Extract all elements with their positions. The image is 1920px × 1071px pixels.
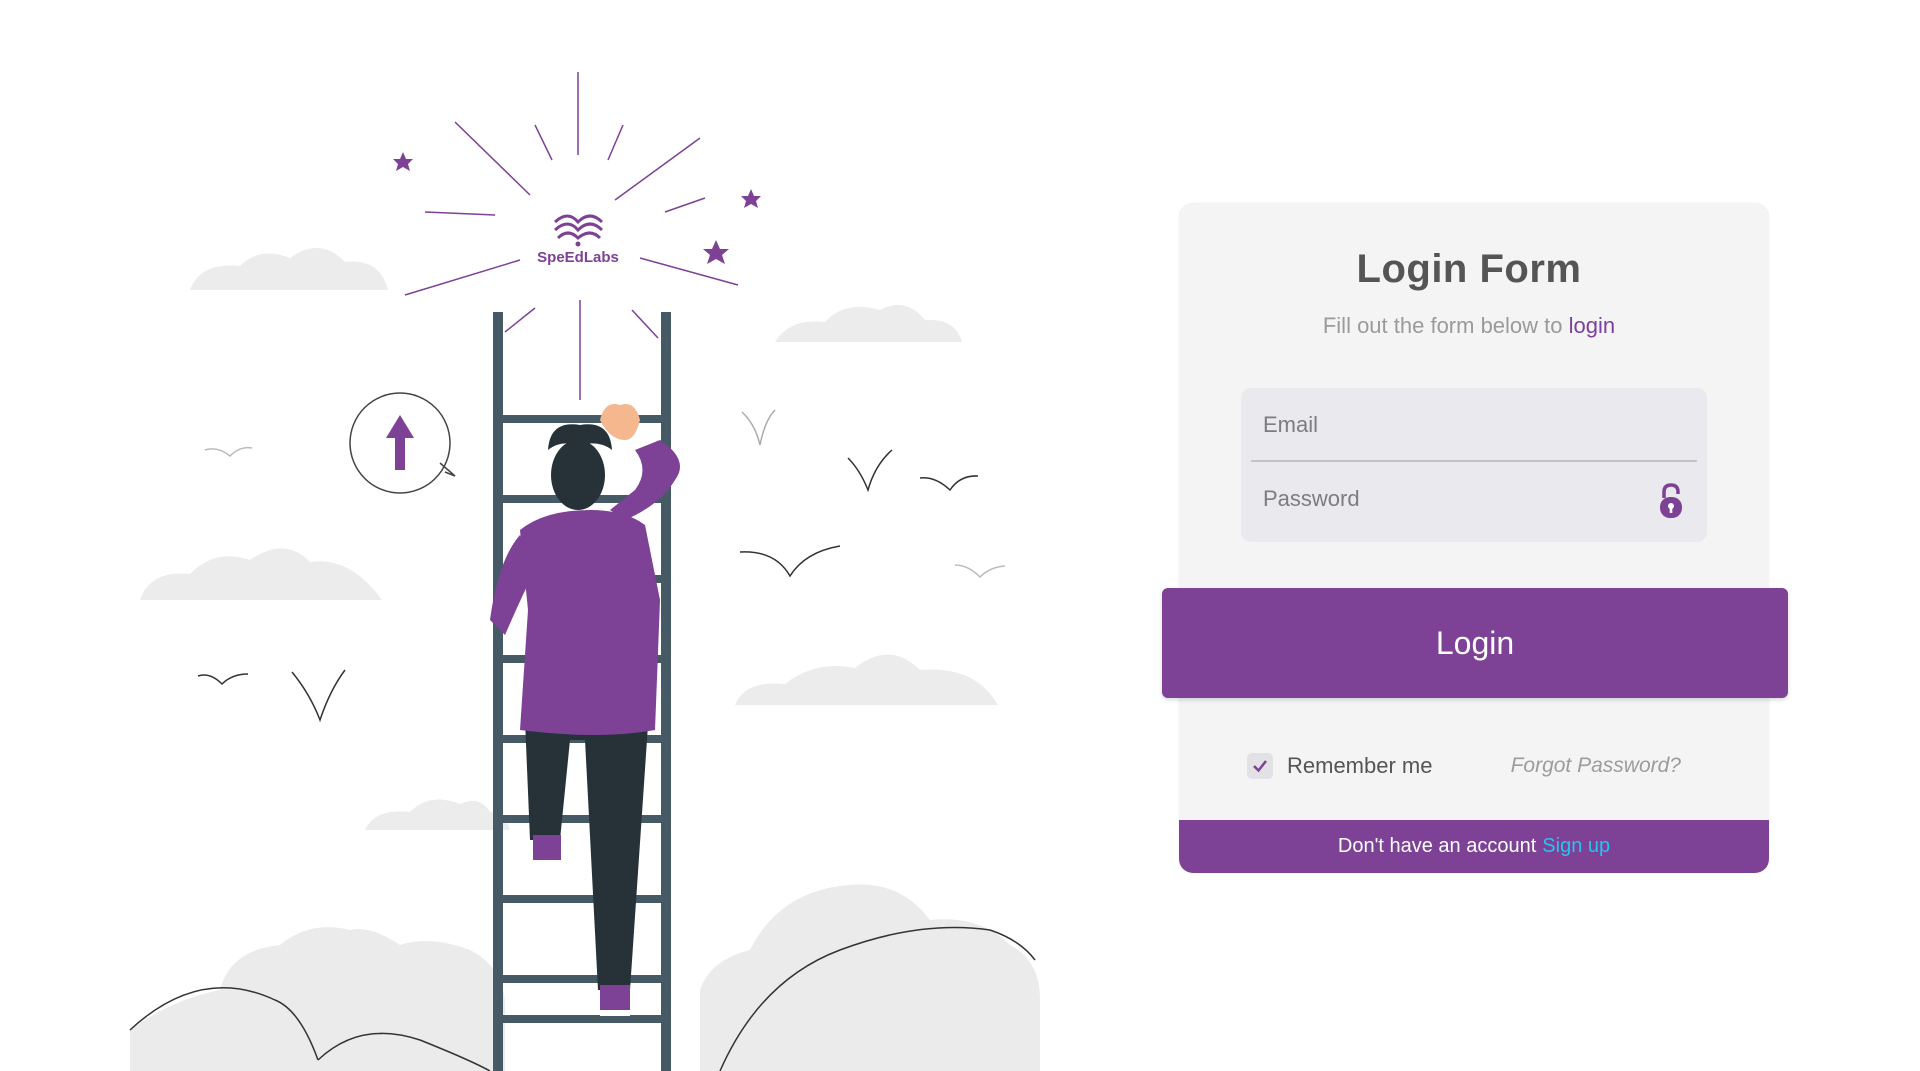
signup-footer: Don't have an account Sign up [1179,820,1769,873]
rays [404,72,739,400]
email-field-wrapper [1241,388,1707,462]
up-arrow-icon [349,392,456,494]
form-subtitle-text: Fill out the form below to [1322,313,1569,338]
form-title: Login Form [1356,247,1582,291]
hero-illustration: SpeEdLabs [0,0,1100,1071]
login-page: SpeEdLabs Login Form Fill out the form b… [0,0,1920,1071]
password-field[interactable] [1261,462,1645,536]
login-card: Login Form Fill out the form below to lo… [1179,203,1769,873]
logo-text: SpeEdLabs [537,249,619,266]
remember-label: Remember me [1287,753,1433,778]
speedlabs-logo-icon: SpeEdLabs [537,214,619,266]
login-button[interactable]: Login [1162,588,1788,698]
check-icon [1253,760,1267,773]
signup-prompt: Don't have an account [1337,835,1537,857]
email-field[interactable] [1261,388,1645,462]
form-subtitle: Fill out the form below to login [1179,313,1759,339]
forgot-password-link[interactable]: Forgot Password? [1511,754,1681,778]
credentials-group [1241,388,1707,542]
star-icon [393,152,761,264]
remember-me[interactable]: Remember me [1247,751,1432,781]
signup-link[interactable]: Sign up [1542,835,1610,858]
lock-icon[interactable] [1657,482,1685,520]
password-field-wrapper [1241,462,1707,536]
remember-checkbox[interactable] [1247,753,1273,779]
form-subtitle-accent: login [1568,313,1616,338]
